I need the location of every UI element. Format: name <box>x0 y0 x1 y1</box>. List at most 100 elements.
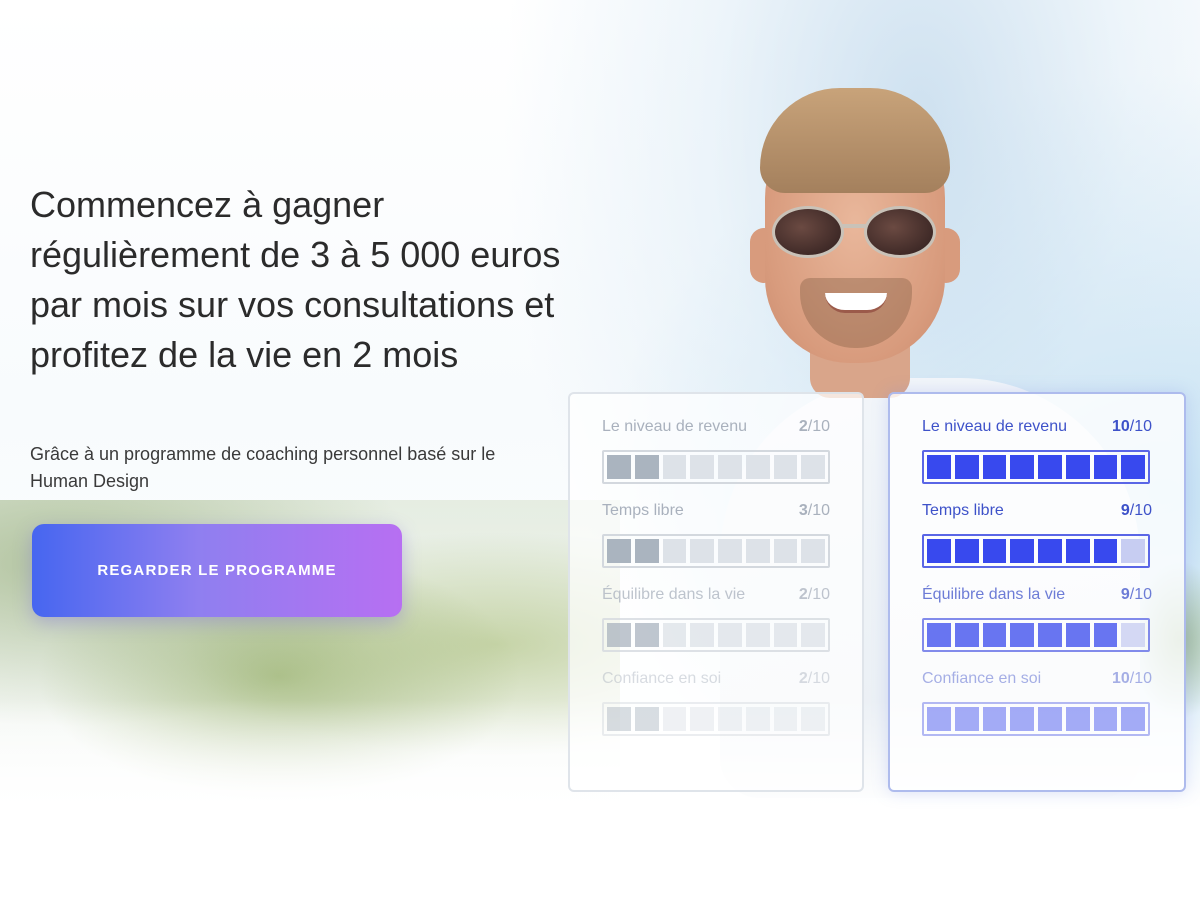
meter-segment-empty <box>1121 539 1145 563</box>
meter-segment-empty <box>690 455 714 479</box>
meter-segment-filled <box>1065 707 1090 731</box>
meter-segment-filled <box>927 623 951 647</box>
meter-segment-filled <box>1010 539 1034 563</box>
meter-segment-empty <box>773 623 798 647</box>
metric-meter <box>602 534 830 568</box>
after-metric: Temps libre 9/10 <box>922 502 1152 586</box>
metric-header: Confiance en soi 2/10 <box>602 670 830 700</box>
metric-score-value: 2 <box>798 670 808 687</box>
metric-label: Temps libre <box>922 502 1004 519</box>
meter-segment-filled <box>634 539 659 563</box>
meter-segment-filled <box>927 707 951 731</box>
meter-segment-empty <box>690 623 714 647</box>
metric-meter <box>922 534 1150 568</box>
metric-label: Temps libre <box>602 502 684 519</box>
meter-segment-filled <box>982 539 1007 563</box>
before-metric: Temps libre 3/10 <box>602 502 830 586</box>
metric-score: 9/10 <box>1121 586 1152 604</box>
metric-header: Temps libre 3/10 <box>602 502 830 532</box>
meter-segment-filled <box>1121 707 1145 731</box>
metric-header: Confiance en soi 10/10 <box>922 670 1152 700</box>
metric-score-max: /10 <box>807 418 830 435</box>
meter-segment-filled <box>1010 455 1034 479</box>
metric-score-value: 10 <box>1111 418 1130 435</box>
meter-segment-filled <box>1121 455 1145 479</box>
coach-hair <box>760 88 950 193</box>
watch-program-button[interactable]: REGARDER LE PROGRAMME <box>32 524 402 617</box>
meter-segment-filled <box>927 455 951 479</box>
metric-score-max: /10 <box>1129 418 1152 435</box>
meter-segment-empty <box>773 455 798 479</box>
meter-segment-filled <box>1038 707 1062 731</box>
meter-segment-filled <box>982 623 1007 647</box>
metric-score-value: 2 <box>798 586 808 603</box>
metric-score-value: 9 <box>1120 502 1130 519</box>
metric-score: 9/10 <box>1121 502 1152 520</box>
meter-segment-filled <box>1038 623 1062 647</box>
meter-segment-filled <box>1065 539 1090 563</box>
meter-segment-filled <box>607 707 631 731</box>
metric-header: Équilibre dans la vie 2/10 <box>602 586 830 616</box>
metric-score-max: /10 <box>807 586 830 603</box>
meter-segment-empty <box>801 455 825 479</box>
meter-segment-empty <box>718 539 742 563</box>
metric-score: 10/10 <box>1112 418 1152 436</box>
after-stats-card: Le niveau de revenu 10/10 Temps libre 9/10 É… <box>888 392 1186 792</box>
meter-segment-filled <box>607 455 631 479</box>
meter-segment-filled <box>1038 539 1062 563</box>
sunglasses-lens-right <box>864 206 936 258</box>
meter-segment-empty <box>773 707 798 731</box>
meter-segment-empty <box>662 623 687 647</box>
metric-score-max: /10 <box>1129 586 1152 603</box>
meter-segment-filled <box>634 707 659 731</box>
before-metric: Confiance en soi 2/10 <box>602 670 830 754</box>
hero-subline: Grâce à un programme de coaching personn… <box>30 444 496 491</box>
metric-score-value: 10 <box>1111 670 1130 687</box>
metric-score-value: 3 <box>798 502 808 519</box>
meter-segment-empty <box>690 707 714 731</box>
metric-label: Le niveau de revenu <box>922 418 1067 435</box>
meter-segment-empty <box>662 707 687 731</box>
meter-segment-filled <box>607 539 631 563</box>
metric-label: Équilibre dans la vie <box>602 586 746 603</box>
meter-segment-filled <box>1010 623 1034 647</box>
metric-label: Équilibre dans la vie <box>922 586 1066 603</box>
metric-meter <box>922 450 1150 484</box>
metric-score-max: /10 <box>1129 502 1152 519</box>
after-metric: Confiance en soi 10/10 <box>922 670 1152 754</box>
meter-segment-filled <box>1038 455 1062 479</box>
metric-meter <box>602 618 830 652</box>
metric-score-value: 9 <box>1120 586 1130 603</box>
after-metric: Équilibre dans la vie 9/10 <box>922 586 1152 670</box>
meter-segment-filled <box>982 707 1007 731</box>
meter-segment-filled <box>1093 707 1118 731</box>
metric-meter <box>602 702 830 736</box>
meter-segment-empty <box>745 455 770 479</box>
metric-score: 3/10 <box>799 502 830 520</box>
meter-segment-filled <box>954 623 979 647</box>
meter-segment-empty <box>662 539 687 563</box>
meter-segment-filled <box>1093 539 1118 563</box>
metric-label: Le niveau de revenu <box>602 418 747 435</box>
sunglasses-lens-left <box>772 206 844 258</box>
meter-segment-empty <box>801 707 825 731</box>
meter-segment-filled <box>954 707 979 731</box>
metric-label: Confiance en soi <box>922 670 1042 687</box>
meter-segment-filled <box>982 455 1007 479</box>
before-metric: Équilibre dans la vie 2/10 <box>602 586 830 670</box>
meter-segment-empty <box>690 539 714 563</box>
meter-segment-empty <box>662 455 687 479</box>
meter-segment-filled <box>634 623 659 647</box>
meter-segment-filled <box>1093 455 1118 479</box>
meter-segment-empty <box>745 539 770 563</box>
meter-segment-filled <box>1093 623 1118 647</box>
before-stats-card: Le niveau de revenu 2/10 Temps libre 3/10 Éq… <box>568 392 864 792</box>
metric-score: 2/10 <box>799 670 830 688</box>
meter-segment-empty <box>801 539 825 563</box>
meter-segment-empty <box>1121 623 1145 647</box>
metric-header: Équilibre dans la vie 9/10 <box>922 586 1152 616</box>
metric-meter <box>922 618 1150 652</box>
meter-segment-empty <box>718 455 742 479</box>
metric-header: Temps libre 9/10 <box>922 502 1152 532</box>
metric-score: 2/10 <box>799 418 830 436</box>
